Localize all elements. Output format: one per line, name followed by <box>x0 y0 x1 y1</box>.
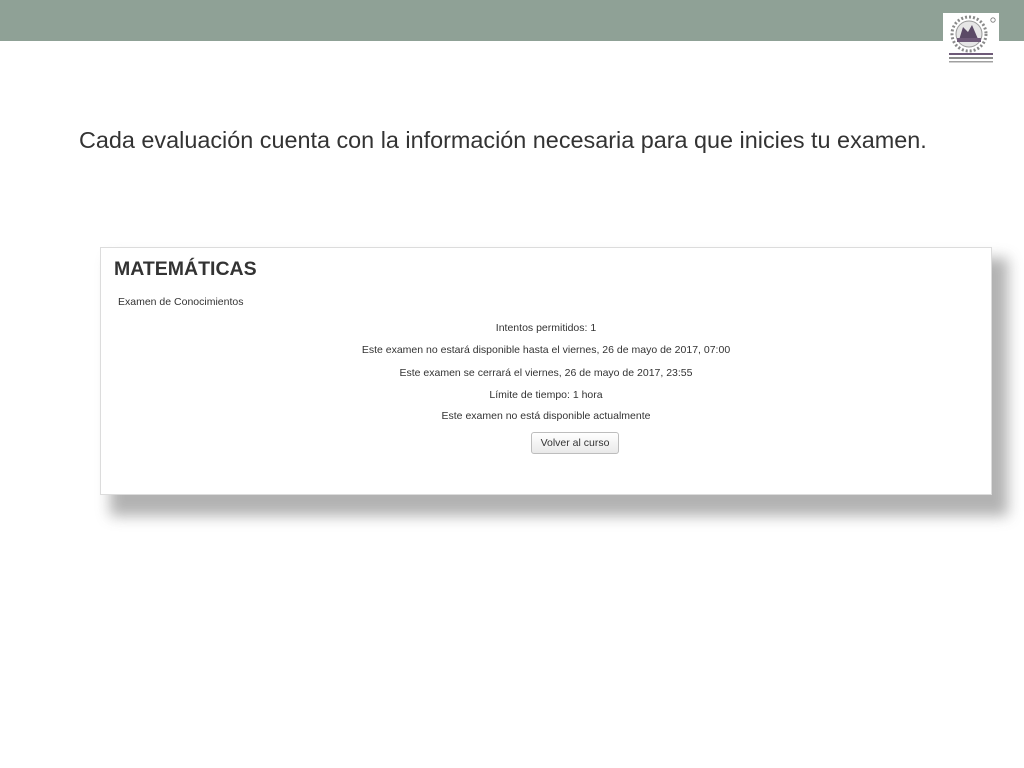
quiz-screenshot: MATEMÁTICAS Examen de Conocimientos Inte… <box>100 247 992 495</box>
availability-text: Este examen no está disponible actualmen… <box>441 410 651 422</box>
open-date-text: Este examen no estará disponible hasta e… <box>361 344 731 356</box>
course-title: MATEMÁTICAS <box>114 258 257 280</box>
back-to-course-button[interactable]: Volver al curso <box>531 432 619 454</box>
time-limit-text: Límite de tiempo: 1 hora <box>489 389 603 401</box>
quiz-name: Examen de Conocimientos <box>118 296 244 308</box>
slide-caption: Cada evaluación cuenta con la informació… <box>79 127 927 153</box>
close-date-text: Este examen se cerrará el viernes, 26 de… <box>399 367 693 379</box>
attempts-allowed-text: Intentos permitidos: 1 <box>495 322 597 334</box>
header-band <box>0 0 1024 41</box>
institution-seal-icon <box>943 13 999 65</box>
